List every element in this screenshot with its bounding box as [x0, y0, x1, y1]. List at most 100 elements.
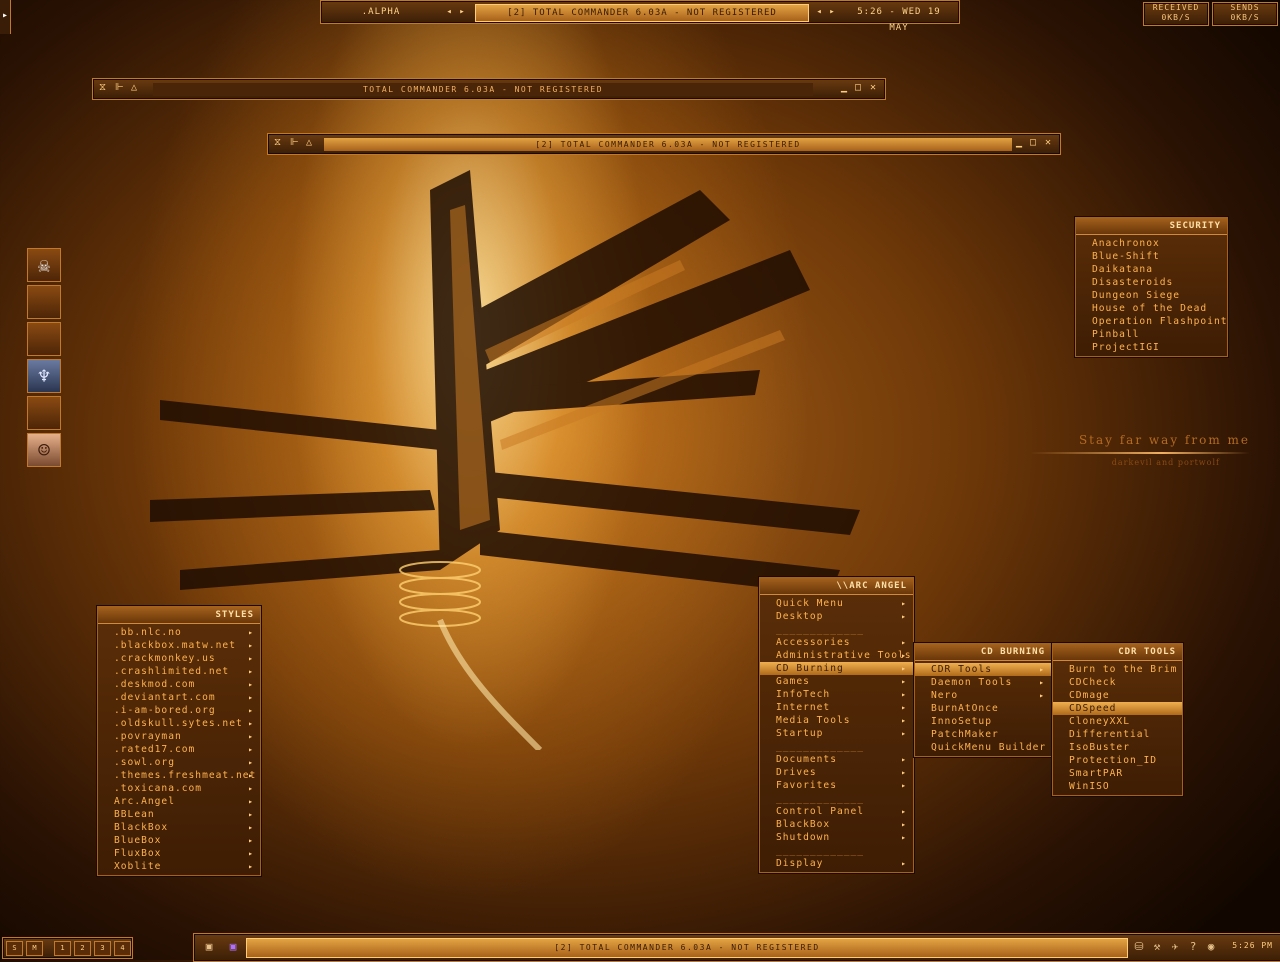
menu-item-shutdown[interactable]: Shutdown [760, 831, 913, 844]
close-icon[interactable]: ✕ [870, 82, 876, 93]
style-item-deviantart-com[interactable]: .deviantart.com [98, 691, 260, 704]
window-title[interactable]: TOTAL COMMANDER 6.03A - NOT REGISTERED [153, 83, 813, 96]
minimize-icon[interactable]: ▁ [841, 82, 847, 93]
window-total-commander-1[interactable]: ⧖ ⊩ △ TOTAL COMMANDER 6.03A - NOT REGIST… [92, 78, 886, 100]
menu-item-administrative-tools[interactable]: Administrative Tools [760, 649, 913, 662]
cd-burning-item-quickmenu-builder[interactable]: QuickMenu Builder [915, 741, 1051, 754]
minimize-icon[interactable]: ▁ [1016, 137, 1022, 148]
maximize-icon[interactable]: □ [1030, 137, 1036, 148]
cd-burning-item-burnatonce[interactable]: BurnAtOnce [915, 702, 1051, 715]
help-icon[interactable]: ? [1184, 939, 1202, 955]
style-item-toxicana-com[interactable]: .toxicana.com [98, 782, 260, 795]
taskbar-task-item[interactable]: [2] TOTAL COMMANDER 6.03A - NOT REGISTER… [246, 938, 1128, 958]
menu-item-blackbox[interactable]: BlackBox [760, 818, 913, 831]
security-item-pinball[interactable]: Pinball [1076, 328, 1227, 341]
style-item-fluxbox[interactable]: FluxBox [98, 847, 260, 860]
security-item-projectigi[interactable]: ProjectIGI [1076, 341, 1227, 354]
menu-item-games[interactable]: Games [760, 675, 913, 688]
cd-burning-item-nero[interactable]: Nero [915, 689, 1051, 702]
style-item-blackbox-matw-net[interactable]: .blackbox.matw.net [98, 639, 260, 652]
security-item-anachronox[interactable]: Anachronox [1076, 237, 1227, 250]
tray-disc-icon[interactable]: ◉ [1202, 939, 1220, 955]
workspace-button-s[interactable]: S [6, 941, 23, 956]
empty-slot[interactable] [27, 322, 61, 356]
style-item-crashlimited-net[interactable]: .crashlimited.net [98, 665, 260, 678]
security-item-dungeon-siege[interactable]: Dungeon Siege [1076, 289, 1227, 302]
window-menu-icon[interactable]: ⧖ [99, 82, 106, 93]
tray-tools-icon[interactable]: ⚒ [1148, 939, 1166, 955]
tray-network-icon[interactable]: ✈ [1166, 939, 1184, 955]
close-icon[interactable]: ✕ [1045, 137, 1051, 148]
style-item-rated17-com[interactable]: .rated17.com [98, 743, 260, 756]
window-nav-buttons[interactable]: ◂ ▸ [811, 4, 841, 20]
style-item-crackmonkey-us[interactable]: .crackmonkey.us [98, 652, 260, 665]
style-item-i-am-bored-org[interactable]: .i-am-bored.org [98, 704, 260, 717]
style-item-bb-nlc-no[interactable]: .bb.nlc.no [98, 626, 260, 639]
cd-burning-item-innosetup[interactable]: InnoSetup [915, 715, 1051, 728]
style-item-oldskull-sytes-net[interactable]: .oldskull.sytes.net [98, 717, 260, 730]
cdr-tool-item-differential[interactable]: Differential [1053, 728, 1182, 741]
style-item-arc-angel[interactable]: Arc.Angel [98, 795, 260, 808]
tray-app-icon[interactable]: ⛁ [1130, 939, 1148, 955]
cdr-tool-item-winiso[interactable]: WinISO [1053, 780, 1182, 793]
cd-burning-item-daemon-tools[interactable]: Daemon Tools [915, 676, 1051, 689]
cdr-tool-item-cdcheck[interactable]: CDCheck [1053, 676, 1182, 689]
cdr-tool-item-burn-to-the-brim[interactable]: Burn to the Brim [1053, 663, 1182, 676]
window-menu-icon[interactable]: ⧖ [274, 137, 281, 148]
security-item-disasteroids[interactable]: Disasteroids [1076, 276, 1227, 289]
menu-item-favorites[interactable]: Favorites [760, 779, 913, 792]
menu-item-internet[interactable]: Internet [760, 701, 913, 714]
menu-item-media-tools[interactable]: Media Tools [760, 714, 913, 727]
cdr-tool-item-isobuster[interactable]: IsoBuster [1053, 741, 1182, 754]
security-item-operation-flashpoint[interactable]: Operation Flashpoint [1076, 315, 1227, 328]
window-total-commander-2[interactable]: ⧖ ⊩ △ [2] TOTAL COMMANDER 6.03A - NOT RE… [267, 133, 1061, 155]
pin-icon[interactable]: ⊩ [290, 137, 299, 148]
pin-icon[interactable]: ⊩ [115, 82, 124, 93]
workspace-button-1[interactable]: 1 [54, 941, 71, 956]
style-item-bblean[interactable]: BBLean [98, 808, 260, 821]
menu-item-drives[interactable]: Drives [760, 766, 913, 779]
style-item-povrayman[interactable]: .povrayman [98, 730, 260, 743]
security-item-house-of-the-dead[interactable]: House of the Dead [1076, 302, 1227, 315]
mask-icon[interactable]: ♆ [27, 359, 61, 393]
menu-item-accessories[interactable]: Accessories [760, 636, 913, 649]
cdr-tool-item-cloneyxxl[interactable]: CloneyXXL [1053, 715, 1182, 728]
shade-icon[interactable]: △ [131, 82, 137, 93]
shade-icon[interactable]: △ [306, 137, 312, 148]
empty-slot[interactable] [27, 285, 61, 319]
menu-item-documents[interactable]: Documents [760, 753, 913, 766]
workspace-button-3[interactable]: 3 [94, 941, 111, 956]
cdr-tool-item-cdmage[interactable]: CDmage [1053, 689, 1182, 702]
menu-item-desktop[interactable]: Desktop [760, 610, 913, 623]
cdr-tool-item-smartpar[interactable]: SmartPAR [1053, 767, 1182, 780]
style-item-blackbox[interactable]: BlackBox [98, 821, 260, 834]
cd-burning-item-patchmaker[interactable]: PatchMaker [915, 728, 1051, 741]
save-icon[interactable]: ▣ [200, 939, 218, 955]
menu-item-display[interactable]: Display [760, 857, 913, 870]
active-window-title[interactable]: [2] TOTAL COMMANDER 6.03A - NOT REGISTER… [475, 4, 809, 22]
portrait-icon[interactable]: ☺ [27, 433, 61, 467]
workspace-button-4[interactable]: 4 [114, 941, 131, 956]
cdr-tool-item-protection-id[interactable]: Protection_ID [1053, 754, 1182, 767]
workspace-label[interactable]: .ALPHA [325, 4, 437, 20]
workspace-nav-buttons[interactable]: ◂ ▸ [441, 4, 471, 20]
left-edge-handle[interactable]: ▸ [0, 0, 11, 34]
skull-icon[interactable]: ☠ [27, 248, 61, 282]
menu-item-cd-burning[interactable]: CD Burning [760, 662, 913, 675]
style-item-deskmod-com[interactable]: .deskmod.com [98, 678, 260, 691]
style-item-themes-freshmeat-net[interactable]: .themes.freshmeat.net [98, 769, 260, 782]
menu-item-control-panel[interactable]: Control Panel [760, 805, 913, 818]
style-item-sowl-org[interactable]: .sowl.org [98, 756, 260, 769]
security-item-blue-shift[interactable]: Blue-Shift [1076, 250, 1227, 263]
workspace-button-2[interactable]: 2 [74, 941, 91, 956]
empty-slot[interactable] [27, 396, 61, 430]
menu-item-startup[interactable]: Startup [760, 727, 913, 740]
style-item-bluebox[interactable]: BlueBox [98, 834, 260, 847]
menu-item-quick-menu[interactable]: Quick Menu [760, 597, 913, 610]
style-item-xoblite[interactable]: Xoblite [98, 860, 260, 873]
maximize-icon[interactable]: □ [855, 82, 861, 93]
menu-item-infotech[interactable]: InfoTech [760, 688, 913, 701]
cd-burning-item-cdr-tools[interactable]: CDR Tools [915, 663, 1051, 676]
window-title[interactable]: [2] TOTAL COMMANDER 6.03A - NOT REGISTER… [324, 138, 1012, 151]
floppy-icon[interactable]: ▣ [224, 939, 242, 955]
